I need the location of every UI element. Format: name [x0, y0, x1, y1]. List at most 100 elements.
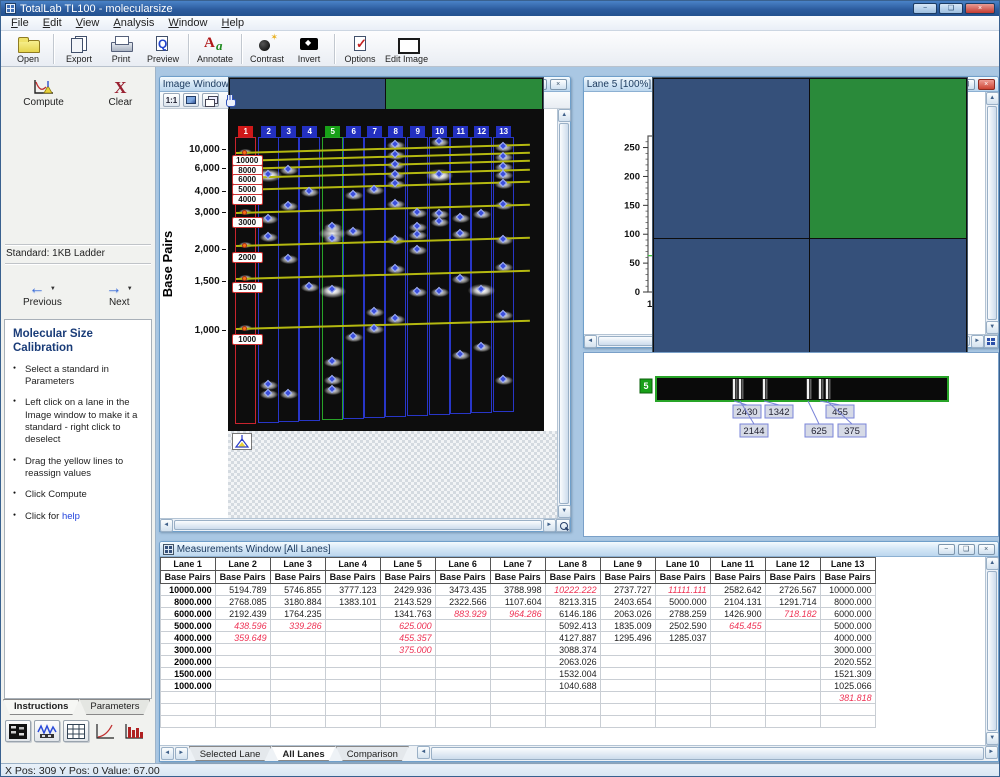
- toolbar-edit-image-button[interactable]: Edit Image: [381, 33, 432, 65]
- minimize-icon[interactable]: −: [913, 3, 937, 14]
- vertical-scrollbar[interactable]: ▲ ▼: [985, 92, 998, 334]
- lane-number-chip-10[interactable]: 10: [432, 126, 447, 137]
- lane-number-chip-3[interactable]: 3: [281, 126, 296, 137]
- close-icon[interactable]: ×: [965, 3, 995, 14]
- menu-item-file[interactable]: File: [4, 17, 36, 29]
- zoom-fit-button[interactable]: [183, 93, 199, 107]
- scrollbar-thumb[interactable]: [559, 123, 569, 504]
- column-header[interactable]: Lane 3: [270, 558, 325, 571]
- column-header[interactable]: Lane 5: [380, 558, 435, 571]
- close-icon[interactable]: ×: [550, 79, 567, 90]
- lane-number-chip-4[interactable]: 4: [302, 126, 317, 137]
- tab-all-lanes[interactable]: All Lanes: [271, 746, 335, 761]
- column-header[interactable]: Lane 9: [600, 558, 655, 571]
- minimize-icon[interactable]: −: [938, 544, 955, 555]
- scroll-left-icon[interactable]: ◄: [160, 519, 173, 532]
- lane-number-chip-9[interactable]: 9: [410, 126, 425, 137]
- tab-comparison[interactable]: Comparison: [336, 746, 409, 761]
- gel-lane-6[interactable]: [343, 137, 364, 419]
- measurements-window-titlebar[interactable]: Measurements Window [All Lanes] − ❑ ×: [160, 542, 998, 557]
- column-header[interactable]: Lane 11: [710, 558, 765, 571]
- vertical-scrollbar[interactable]: ▲ ▼: [557, 109, 570, 518]
- tab-scroll-left-icon[interactable]: ◄: [161, 747, 174, 760]
- standard-value-label[interactable]: 3000: [232, 217, 263, 228]
- menu-item-edit[interactable]: Edit: [36, 17, 69, 29]
- scrollbar-thumb[interactable]: [987, 106, 997, 320]
- zoom-1-1-button[interactable]: 1:1: [163, 93, 181, 107]
- scroll-right-icon[interactable]: ►: [543, 519, 556, 532]
- column-header[interactable]: Lane 10: [655, 558, 710, 571]
- help-link[interactable]: help: [59, 511, 80, 522]
- scroll-up-icon[interactable]: ▲: [558, 109, 571, 122]
- scroll-left-icon[interactable]: ◄: [417, 746, 430, 759]
- column-header[interactable]: Lane 1: [160, 558, 215, 571]
- lane-window-titlebar[interactable]: Lane 5 [100%] − ❑ ×: [584, 77, 998, 92]
- scrollbar-thumb[interactable]: [431, 747, 984, 760]
- gel-lane-12[interactable]: [471, 137, 492, 413]
- previous-dropdown-icon[interactable]: ▼: [50, 286, 56, 292]
- tab-selected-lane[interactable]: Selected Lane: [189, 746, 272, 761]
- toolbar-invert-button[interactable]: Invert: [288, 33, 330, 65]
- column-header[interactable]: Lane 12: [765, 558, 820, 571]
- gel-lane-9[interactable]: [407, 137, 428, 416]
- scrollbar-thumb[interactable]: [174, 520, 542, 530]
- standard-line-handle[interactable]: [242, 326, 247, 331]
- compute-button[interactable]: Compute: [23, 77, 64, 108]
- lane-number-chip-6[interactable]: 6: [346, 126, 361, 137]
- histogram-view-icon[interactable]: [121, 720, 147, 742]
- lane-number-chip-7[interactable]: 7: [367, 126, 382, 137]
- standard-value-label[interactable]: 2000: [232, 252, 263, 263]
- lane-strip-image[interactable]: [656, 377, 948, 401]
- horizontal-scrollbar[interactable]: ◄ ►: [160, 518, 570, 531]
- next-dropdown-icon[interactable]: ▼: [127, 286, 133, 292]
- lane-number-chip-2[interactable]: 2: [261, 126, 276, 137]
- gel-lane-7[interactable]: [364, 137, 385, 418]
- restore-icon[interactable]: ❑: [939, 3, 963, 14]
- standard-value-label[interactable]: 1500: [232, 282, 263, 293]
- lane-number-chip-8[interactable]: 8: [388, 126, 403, 137]
- scroll-right-icon[interactable]: ►: [985, 746, 998, 759]
- vertical-scrollbar[interactable]: ▲ ▼: [985, 557, 998, 745]
- next-button[interactable]: →▼ Next: [106, 281, 133, 308]
- table-view-icon[interactable]: [63, 720, 89, 742]
- curve-view-icon[interactable]: [92, 720, 118, 742]
- gel-view-icon[interactable]: [5, 720, 31, 742]
- lane-number-chip-12[interactable]: 12: [474, 126, 489, 137]
- toolbar-contrast-button[interactable]: Contrast: [246, 33, 288, 65]
- toolbar-open-button[interactable]: Open: [7, 33, 49, 65]
- scrollbar-thumb[interactable]: [987, 571, 997, 731]
- standard-value-label[interactable]: 1000: [232, 334, 263, 345]
- standard-value-label[interactable]: 4000: [232, 194, 263, 205]
- scroll-left-icon[interactable]: ◄: [584, 335, 597, 348]
- column-header[interactable]: Lane 2: [215, 558, 270, 571]
- column-header[interactable]: Lane 8: [545, 558, 600, 571]
- toolbar-print-button[interactable]: Print: [100, 33, 142, 65]
- close-icon[interactable]: ×: [978, 79, 995, 90]
- toolbar-annotate-button[interactable]: AaAnnotate: [193, 33, 237, 65]
- lane-number-chip-5[interactable]: 5: [325, 126, 340, 137]
- lane-number-chip-1[interactable]: 1: [238, 126, 253, 137]
- scroll-down-icon[interactable]: ▼: [986, 732, 999, 745]
- standard-line-handle[interactable]: [242, 243, 247, 248]
- clear-button[interactable]: X Clear: [108, 77, 132, 108]
- scroll-up-icon[interactable]: ▲: [986, 92, 999, 105]
- column-header[interactable]: Lane 7: [490, 558, 545, 571]
- image-window-titlebar[interactable]: Image Window [Zoomed to fit] − ❑ ×: [160, 77, 570, 92]
- scroll-down-icon[interactable]: ▼: [558, 505, 571, 518]
- menu-item-analysis[interactable]: Analysis: [106, 17, 161, 29]
- marker-tool-icon[interactable]: [232, 433, 252, 450]
- menu-item-view[interactable]: View: [69, 17, 107, 29]
- standard-line-handle[interactable]: [242, 276, 247, 281]
- scroll-up-icon[interactable]: ▲: [986, 557, 999, 570]
- scroll-down-icon[interactable]: ▼: [986, 321, 999, 334]
- scroll-right-icon[interactable]: ►: [971, 335, 984, 348]
- toolbar-export-button[interactable]: Export: [58, 33, 100, 65]
- tab-scroll-right-icon[interactable]: ►: [175, 747, 188, 760]
- lane-number-chip-11[interactable]: 11: [453, 126, 468, 137]
- pages-button[interactable]: [202, 93, 219, 107]
- close-icon[interactable]: ×: [978, 544, 995, 555]
- tab-instructions[interactable]: Instructions: [3, 699, 79, 715]
- chart-options-icon[interactable]: [984, 335, 998, 348]
- gel-image[interactable]: 1234567891011121310000800060005000400030…: [228, 109, 544, 431]
- restore-icon[interactable]: ❑: [958, 544, 975, 555]
